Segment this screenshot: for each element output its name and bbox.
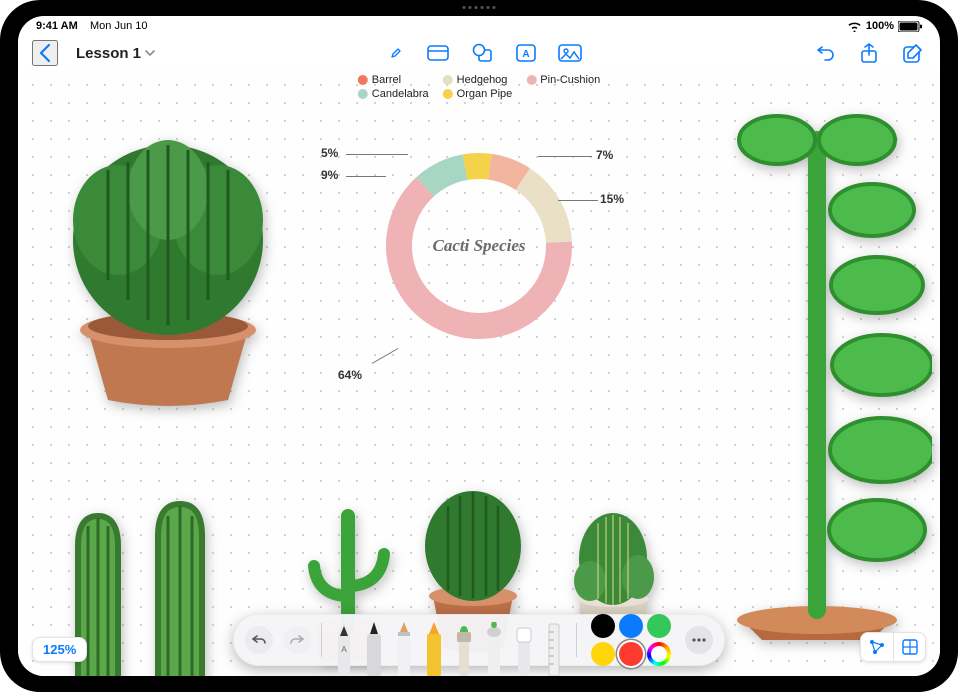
share-button[interactable] bbox=[856, 40, 882, 66]
pen-tool[interactable]: A bbox=[332, 618, 356, 676]
legend-label: Hedgehog bbox=[457, 74, 508, 86]
battery-percent: 100% bbox=[866, 20, 894, 32]
toolbar-divider bbox=[576, 623, 577, 657]
svg-text:A: A bbox=[522, 49, 529, 60]
donut-chart[interactable]: Cacti Species bbox=[379, 146, 579, 346]
compose-button[interactable] bbox=[900, 40, 926, 66]
shapes-button[interactable] bbox=[469, 40, 495, 66]
chart-legend: Barrel Hedgehog Pin-Cushion Candelabra O… bbox=[358, 74, 600, 100]
pct-label-9: 9% bbox=[321, 168, 338, 182]
color-black[interactable] bbox=[591, 614, 615, 638]
zoom-label: 125% bbox=[43, 642, 76, 657]
tool-tray: A bbox=[332, 614, 566, 666]
fill-tool[interactable] bbox=[482, 618, 506, 676]
potted-cactus-image[interactable] bbox=[48, 100, 288, 410]
color-picker-button[interactable] bbox=[647, 642, 671, 666]
text-box-button[interactable]: A bbox=[513, 40, 539, 66]
sticky-note-button[interactable] bbox=[425, 40, 451, 66]
brush-tool[interactable] bbox=[452, 618, 476, 676]
draw-undo-button[interactable] bbox=[245, 626, 273, 654]
drawing-toolbar: A bbox=[233, 614, 725, 666]
legend-label: Pin-Cushion bbox=[540, 74, 600, 86]
chart-title: Cacti Species bbox=[379, 146, 579, 346]
media-button[interactable] bbox=[557, 40, 583, 66]
battery-icon bbox=[898, 21, 922, 32]
navigator-button[interactable] bbox=[861, 633, 893, 661]
app-toolbar: Lesson 1 A bbox=[18, 36, 940, 70]
zoom-level-button[interactable]: 125% bbox=[32, 637, 87, 662]
color-yellow[interactable] bbox=[591, 642, 615, 666]
pct-label-64: 64% bbox=[338, 368, 362, 382]
crayon-tool[interactable] bbox=[422, 618, 446, 676]
color-blue[interactable] bbox=[619, 614, 643, 638]
status-bar: 9:41 AM Mon Jun 10 100% bbox=[18, 16, 940, 36]
pct-label-5: 5% bbox=[321, 146, 338, 160]
wifi-icon bbox=[847, 21, 862, 32]
color-green[interactable] bbox=[647, 614, 671, 638]
status-date: Mon Jun 10 bbox=[90, 20, 147, 32]
color-red[interactable] bbox=[619, 642, 643, 666]
marker-tool[interactable] bbox=[362, 618, 386, 676]
undo-button[interactable] bbox=[812, 40, 838, 66]
view-controls bbox=[860, 632, 926, 662]
pct-label-7: 7% bbox=[596, 148, 613, 162]
chevron-down-icon bbox=[145, 49, 155, 57]
draw-redo-button[interactable] bbox=[283, 626, 311, 654]
back-button[interactable] bbox=[32, 40, 58, 66]
freeform-canvas[interactable]: Barrel Hedgehog Pin-Cushion Candelabra O… bbox=[18, 70, 940, 676]
drawing-tool-button[interactable] bbox=[385, 42, 407, 64]
color-palette bbox=[591, 614, 671, 666]
toolbar-divider bbox=[321, 623, 322, 657]
tall-plant-drawing[interactable] bbox=[682, 80, 932, 640]
eraser-tool[interactable] bbox=[512, 618, 536, 676]
toolbar-more-button[interactable] bbox=[685, 626, 713, 654]
legend-label: Candelabra bbox=[372, 88, 429, 100]
pencil-tool[interactable] bbox=[392, 618, 416, 676]
board-title-label: Lesson 1 bbox=[76, 45, 141, 62]
legend-label: Barrel bbox=[372, 74, 401, 86]
board-title[interactable]: Lesson 1 bbox=[76, 45, 155, 62]
status-time: 9:41 AM bbox=[36, 20, 78, 32]
ruler-tool[interactable] bbox=[542, 618, 566, 676]
device-sensor-dots bbox=[463, 6, 496, 9]
legend-label: Organ Pipe bbox=[457, 88, 513, 100]
grid-toggle-button[interactable] bbox=[893, 633, 925, 661]
svg-text:A: A bbox=[341, 645, 347, 654]
pct-label-15: 15% bbox=[600, 192, 624, 206]
